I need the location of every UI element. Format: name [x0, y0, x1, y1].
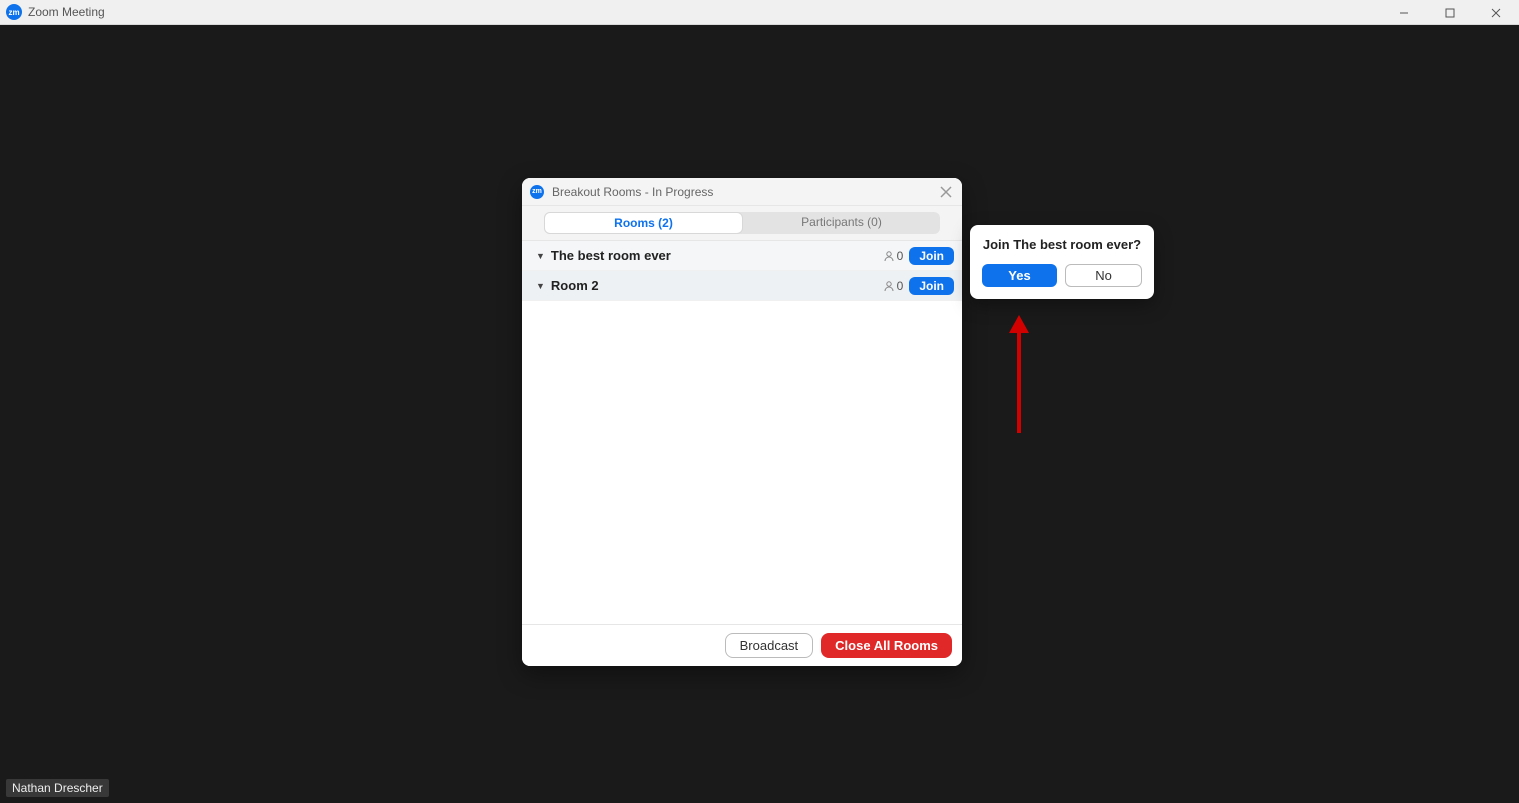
room-name: Room 2: [551, 278, 883, 293]
dialog-footer: Broadcast Close All Rooms: [522, 624, 962, 666]
close-window-button[interactable]: [1473, 0, 1519, 25]
person-icon: [883, 250, 895, 262]
window-title: Zoom Meeting: [28, 5, 105, 19]
tab-participants[interactable]: Participants (0): [743, 212, 940, 234]
chevron-down-icon[interactable]: ▼: [536, 251, 545, 261]
no-button[interactable]: No: [1065, 264, 1142, 287]
join-button[interactable]: Join: [909, 277, 954, 295]
room-row[interactable]: ▼ The best room ever 0 Join: [522, 241, 962, 271]
room-row[interactable]: ▼ Room 2 0 Join: [522, 271, 962, 301]
room-name: The best room ever: [551, 248, 883, 263]
join-button[interactable]: Join: [909, 247, 954, 265]
zoom-icon: zm: [6, 4, 22, 20]
tab-rooms[interactable]: Rooms (2): [544, 212, 743, 234]
window-controls: [1381, 0, 1519, 25]
participant-name-label: Nathan Drescher: [6, 779, 109, 797]
meeting-video-area: Nathan Drescher zm Breakout Rooms - In P…: [0, 25, 1519, 803]
arrow-annotation-icon: [1004, 315, 1034, 435]
tabs-row: Rooms (2) Participants (0): [522, 206, 962, 241]
close-all-rooms-button[interactable]: Close All Rooms: [821, 633, 952, 658]
room-count: 0: [897, 279, 904, 293]
yes-button[interactable]: Yes: [982, 264, 1057, 287]
chevron-down-icon[interactable]: ▼: [536, 281, 545, 291]
join-confirmation-popover: Join The best room ever? Yes No: [970, 225, 1154, 299]
person-icon: [883, 280, 895, 292]
popover-buttons: Yes No: [982, 264, 1142, 287]
room-count: 0: [897, 249, 904, 263]
minimize-button[interactable]: [1381, 0, 1427, 25]
breakout-rooms-dialog: zm Breakout Rooms - In Progress Rooms (2…: [522, 178, 962, 666]
maximize-button[interactable]: [1427, 0, 1473, 25]
popover-title: Join The best room ever?: [982, 237, 1142, 252]
window-titlebar: zm Zoom Meeting: [0, 0, 1519, 25]
tabs: Rooms (2) Participants (0): [544, 212, 940, 234]
rooms-list: ▼ The best room ever 0 Join ▼ Room 2 0 J…: [522, 241, 962, 624]
broadcast-button[interactable]: Broadcast: [725, 633, 814, 658]
close-icon[interactable]: [936, 182, 956, 202]
zoom-icon: zm: [530, 185, 544, 199]
dialog-header[interactable]: zm Breakout Rooms - In Progress: [522, 178, 962, 206]
dialog-title: Breakout Rooms - In Progress: [552, 185, 713, 199]
